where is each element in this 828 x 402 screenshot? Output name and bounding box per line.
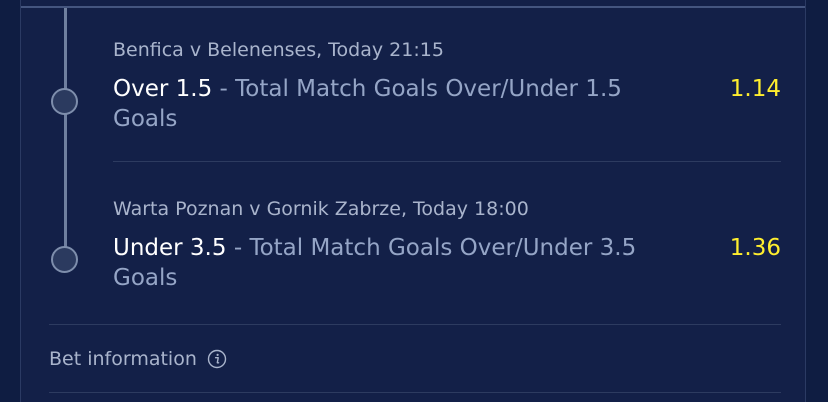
bottom-divider (49, 392, 781, 393)
leg-2-row: Under 3.5 - Total Match Goals Over/Under… (113, 233, 781, 293)
bet-leg-1[interactable]: Benfica v Belenenses, Today 21:15 Over 1… (113, 38, 781, 134)
leg-1-row: Over 1.5 - Total Match Goals Over/Under … (113, 74, 781, 134)
legs-timeline (64, 8, 67, 260)
leg-1-separator: - (212, 76, 236, 102)
leg-2-odds: 1.36 (729, 235, 781, 261)
bet-leg-2[interactable]: Warta Poznan v Gornik Zabrze, Today 18:0… (113, 197, 781, 293)
bet-information-label: Bet information (49, 348, 197, 370)
leg-2-selection-text: Under 3.5 - Total Match Goals Over/Under… (113, 233, 673, 293)
bet-information-toggle[interactable]: Bet information (49, 345, 227, 373)
bet-card: Benfica v Belenenses, Today 21:15 Over 1… (20, 0, 806, 402)
bet-slip-screen: Benfica v Belenenses, Today 21:15 Over 1… (0, 0, 828, 402)
leg-1-selection: Over 1.5 (113, 76, 213, 102)
leg-2-separator: - (226, 235, 250, 261)
leg-1-event: Benfica v Belenenses, Today 21:15 (113, 39, 444, 61)
leg-1-selection-text: Over 1.5 - Total Match Goals Over/Under … (113, 74, 673, 134)
leg-1-odds: 1.14 (729, 76, 781, 102)
leg-divider (113, 161, 781, 162)
leg-1-timeline-dot (51, 88, 78, 115)
leg-2-event: Warta Poznan v Gornik Zabrze, Today 18:0… (113, 198, 529, 220)
card-top-border (21, 6, 805, 8)
leg-2-timeline-dot (51, 246, 78, 273)
section-divider (49, 324, 781, 325)
leg-2-selection: Under 3.5 (113, 235, 227, 261)
info-circle-icon[interactable] (207, 349, 227, 369)
